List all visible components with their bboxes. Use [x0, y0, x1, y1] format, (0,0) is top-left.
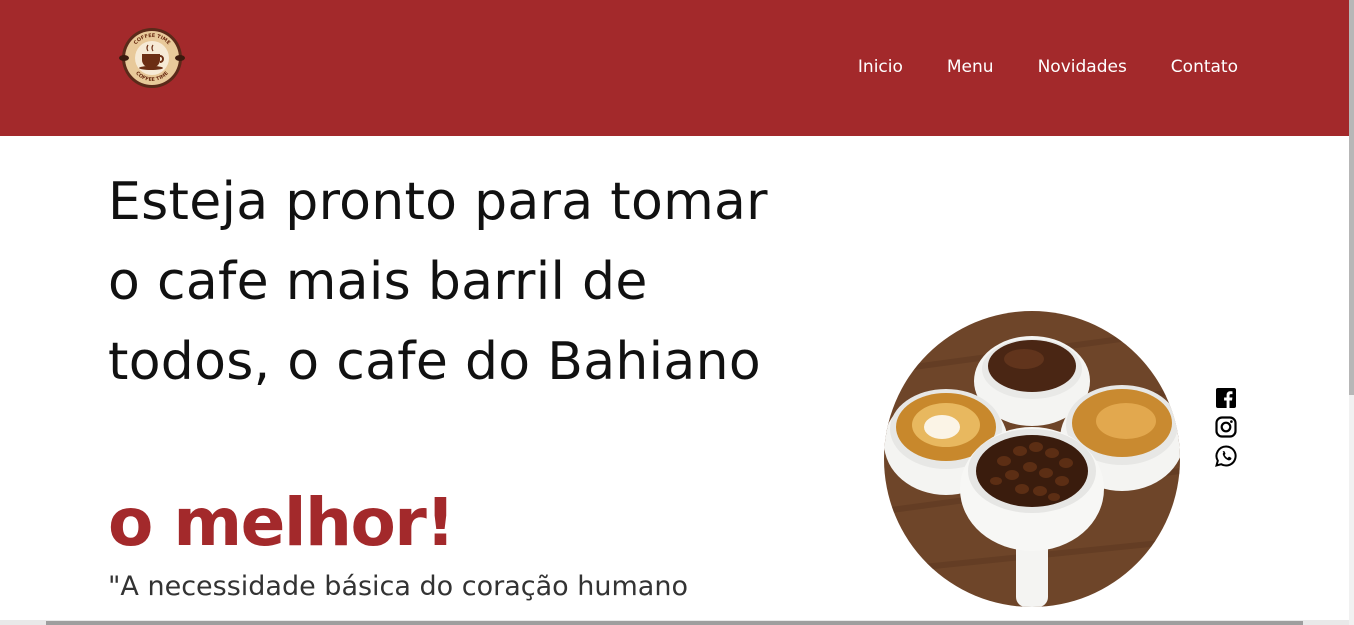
facebook-icon[interactable]	[1214, 386, 1238, 410]
hero-quote: "A necessidade básica do coração humano	[108, 571, 688, 602]
main-nav: Inicio Menu Novidades Contato	[858, 56, 1238, 78]
site-header: COFFEE TIME COFFEE TIME Inicio Menu Novi…	[0, 0, 1349, 136]
whatsapp-icon[interactable]	[1214, 444, 1238, 468]
social-links	[1214, 386, 1238, 473]
nav-menu[interactable]: Menu	[947, 56, 994, 78]
vertical-scrollbar-thumb[interactable]	[1349, 0, 1354, 395]
horizontal-scrollbar[interactable]	[0, 620, 1349, 625]
nav-novidades[interactable]: Novidades	[1038, 56, 1127, 78]
vertical-scrollbar[interactable]	[1349, 0, 1354, 625]
coffee-time-logo[interactable]: COFFEE TIME COFFEE TIME	[119, 27, 185, 89]
hero-headline: Esteja pronto para tomar o cafe mais bar…	[108, 172, 768, 392]
nav-contato[interactable]: Contato	[1171, 56, 1238, 78]
coffee-cups-image	[884, 311, 1180, 607]
horizontal-scrollbar-thumb[interactable]	[46, 621, 1303, 625]
instagram-icon[interactable]	[1214, 415, 1238, 439]
hero-emphasis: o melhor!	[108, 484, 455, 561]
nav-inicio[interactable]: Inicio	[858, 56, 903, 78]
